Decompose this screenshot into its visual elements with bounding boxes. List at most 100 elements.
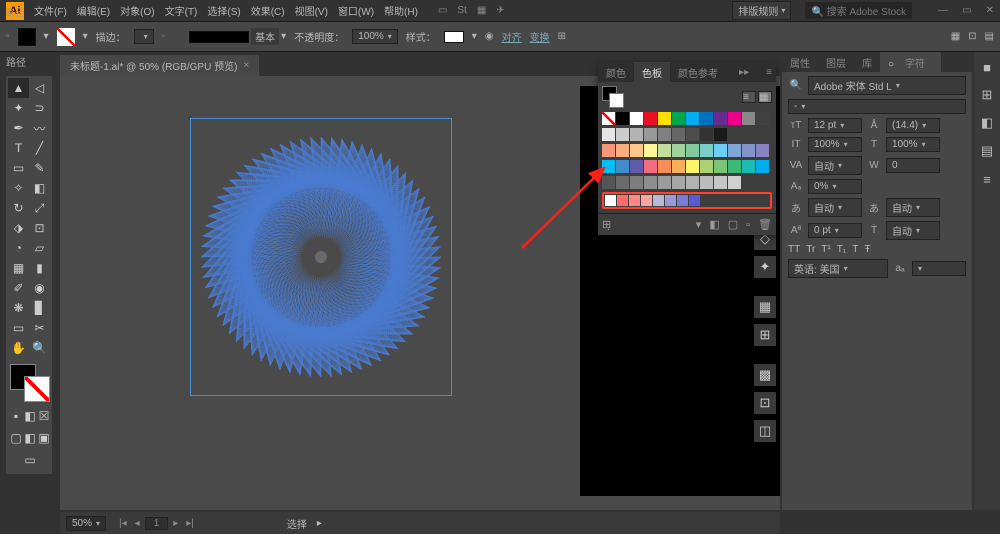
show-kinds-icon[interactable]: ▾ <box>696 218 702 231</box>
rail-icon-1[interactable]: ⊞ <box>978 86 996 104</box>
isolate-icon[interactable]: ⊞ <box>558 31 566 42</box>
swatch[interactable] <box>602 176 615 189</box>
tab-color-guide[interactable]: 颜色参考 <box>670 62 726 83</box>
menu-edit[interactable]: 编辑(E) <box>77 3 110 18</box>
swatch[interactable] <box>700 144 713 157</box>
panel-icon-10[interactable]: ⊡ <box>754 392 776 414</box>
rail-icon-0[interactable]: ■ <box>978 58 996 76</box>
swatch[interactable] <box>644 112 657 125</box>
none-mode-icon[interactable]: ☒ <box>38 406 50 426</box>
tab-character[interactable]: ○ 字符 <box>880 52 941 73</box>
fill-dropdown[interactable]: ▾ <box>44 31 49 42</box>
swatch[interactable] <box>658 128 671 141</box>
swatch[interactable] <box>630 160 643 173</box>
menu-file[interactable]: 文件(F) <box>34 3 67 18</box>
rotate-field[interactable]: 自动 <box>886 221 940 240</box>
draw-inside-icon[interactable]: ▣ <box>38 428 50 448</box>
artboard-pager[interactable]: |◂ ◂ 1 ▸ ▸| <box>116 517 197 530</box>
panel-icon-8[interactable]: ⊞ <box>754 324 776 346</box>
swatch[interactable] <box>616 176 629 189</box>
swatch[interactable] <box>700 160 713 173</box>
swatch[interactable] <box>728 112 741 125</box>
zoom-tool[interactable]: 🔍 <box>29 338 50 358</box>
lasso-tool[interactable]: ⊃ <box>29 98 50 118</box>
language-field[interactable]: 英语: 美国 <box>788 259 888 278</box>
gradient-tool[interactable]: ▮ <box>29 258 50 278</box>
blend-tool[interactable]: ◉ <box>29 278 50 298</box>
color-mode-icon[interactable]: ▪ <box>10 406 22 426</box>
swatch[interactable] <box>653 195 664 206</box>
grid-view-icon[interactable]: ▦ <box>758 91 772 103</box>
swatch[interactable] <box>756 144 769 157</box>
rectangle-tool[interactable]: ▭ <box>8 158 29 178</box>
menu-help[interactable]: 帮助(H) <box>384 3 418 18</box>
slice-tool[interactable]: ✂ <box>29 318 50 338</box>
swatch[interactable] <box>714 128 727 141</box>
stroke-weight[interactable] <box>134 29 154 44</box>
swatch[interactable] <box>617 195 628 206</box>
opt-underline[interactable]: T <box>852 244 858 255</box>
draw-normal-icon[interactable]: ▢ <box>10 428 22 448</box>
swatch[interactable] <box>630 128 643 141</box>
bridge-icon[interactable]: ▭ <box>438 5 447 16</box>
rail-icon-3[interactable]: ▤ <box>978 142 996 160</box>
font-family-field[interactable]: Adobe 宋体 Std L <box>808 76 966 95</box>
graph-tool[interactable]: ▊ <box>29 298 50 318</box>
swatch[interactable] <box>672 128 685 141</box>
opt-strike[interactable]: Ŧ <box>864 244 870 255</box>
swatch[interactable] <box>700 112 713 125</box>
font-size-field[interactable]: 12 pt <box>808 118 862 133</box>
eraser-tool[interactable]: ◧ <box>29 178 50 198</box>
pen-tool[interactable]: ✒ <box>8 118 29 138</box>
panel-icon-7[interactable]: ▦ <box>754 296 776 318</box>
swatch[interactable] <box>672 176 685 189</box>
menu-type[interactable]: 文字(T) <box>165 3 198 18</box>
line-tool[interactable]: ╱ <box>29 138 50 158</box>
swatch[interactable] <box>644 160 657 173</box>
swatch[interactable] <box>658 144 671 157</box>
swatch[interactable] <box>616 160 629 173</box>
stroke-indicator[interactable] <box>24 376 50 402</box>
mesh-tool[interactable]: ▦ <box>8 258 29 278</box>
swatch[interactable] <box>686 176 699 189</box>
screen-mode-icon[interactable]: ▭ <box>20 450 41 470</box>
antialias-field[interactable] <box>912 261 966 276</box>
menu-effect[interactable]: 效果(C) <box>251 3 285 18</box>
selection-bounds[interactable] <box>190 118 452 396</box>
menu-view[interactable]: 视图(V) <box>295 3 328 18</box>
draw-behind-icon[interactable]: ◧ <box>24 428 36 448</box>
panel-icon-9[interactable]: ▩ <box>754 364 776 386</box>
delete-swatch-icon[interactable]: 🗑 <box>758 218 772 231</box>
style-dropdown[interactable]: ▾ <box>472 31 477 42</box>
tab-swatches[interactable]: 色板 <box>634 62 670 83</box>
rotate-tool[interactable]: ↻ <box>8 198 29 218</box>
font-style-field[interactable]: - <box>788 99 966 114</box>
artboard-tool[interactable]: ▭ <box>8 318 29 338</box>
status-menu-icon[interactable]: ▸ <box>317 518 322 529</box>
more-icon[interactable]: ▤ <box>985 31 994 42</box>
snap-icon[interactable]: ▦ <box>951 31 960 42</box>
swatch[interactable] <box>742 144 755 157</box>
swatch[interactable] <box>756 160 769 173</box>
next-page-icon[interactable]: ▸ <box>170 518 181 529</box>
kerning-field[interactable]: 自动 <box>808 156 862 175</box>
stock-search[interactable]: 🔍 搜索 Adobe Stock <box>805 2 912 19</box>
panel-icon-6[interactable]: ✦ <box>754 256 776 278</box>
brush-dropdown[interactable]: ▾ <box>281 31 286 42</box>
transform-link[interactable]: 变换 <box>530 29 550 44</box>
opt-allcaps[interactable]: TT <box>788 244 800 255</box>
swatch[interactable] <box>644 176 657 189</box>
stock-icon[interactable]: St <box>457 5 466 16</box>
swatch[interactable] <box>630 144 643 157</box>
scale-tool[interactable]: ⤢ <box>29 198 50 218</box>
swatch[interactable] <box>714 176 727 189</box>
list-view-icon[interactable]: ≡ <box>742 91 756 103</box>
vscale-field[interactable]: 100% <box>808 137 862 152</box>
swatch[interactable] <box>630 176 643 189</box>
swatch[interactable] <box>686 128 699 141</box>
close-button[interactable]: ✕ <box>986 5 994 16</box>
opacity-field[interactable]: 100% <box>352 29 398 44</box>
swatch[interactable] <box>630 112 643 125</box>
tab-libraries[interactable]: 库 <box>854 52 880 73</box>
zoom-field[interactable]: 50% <box>66 516 106 531</box>
